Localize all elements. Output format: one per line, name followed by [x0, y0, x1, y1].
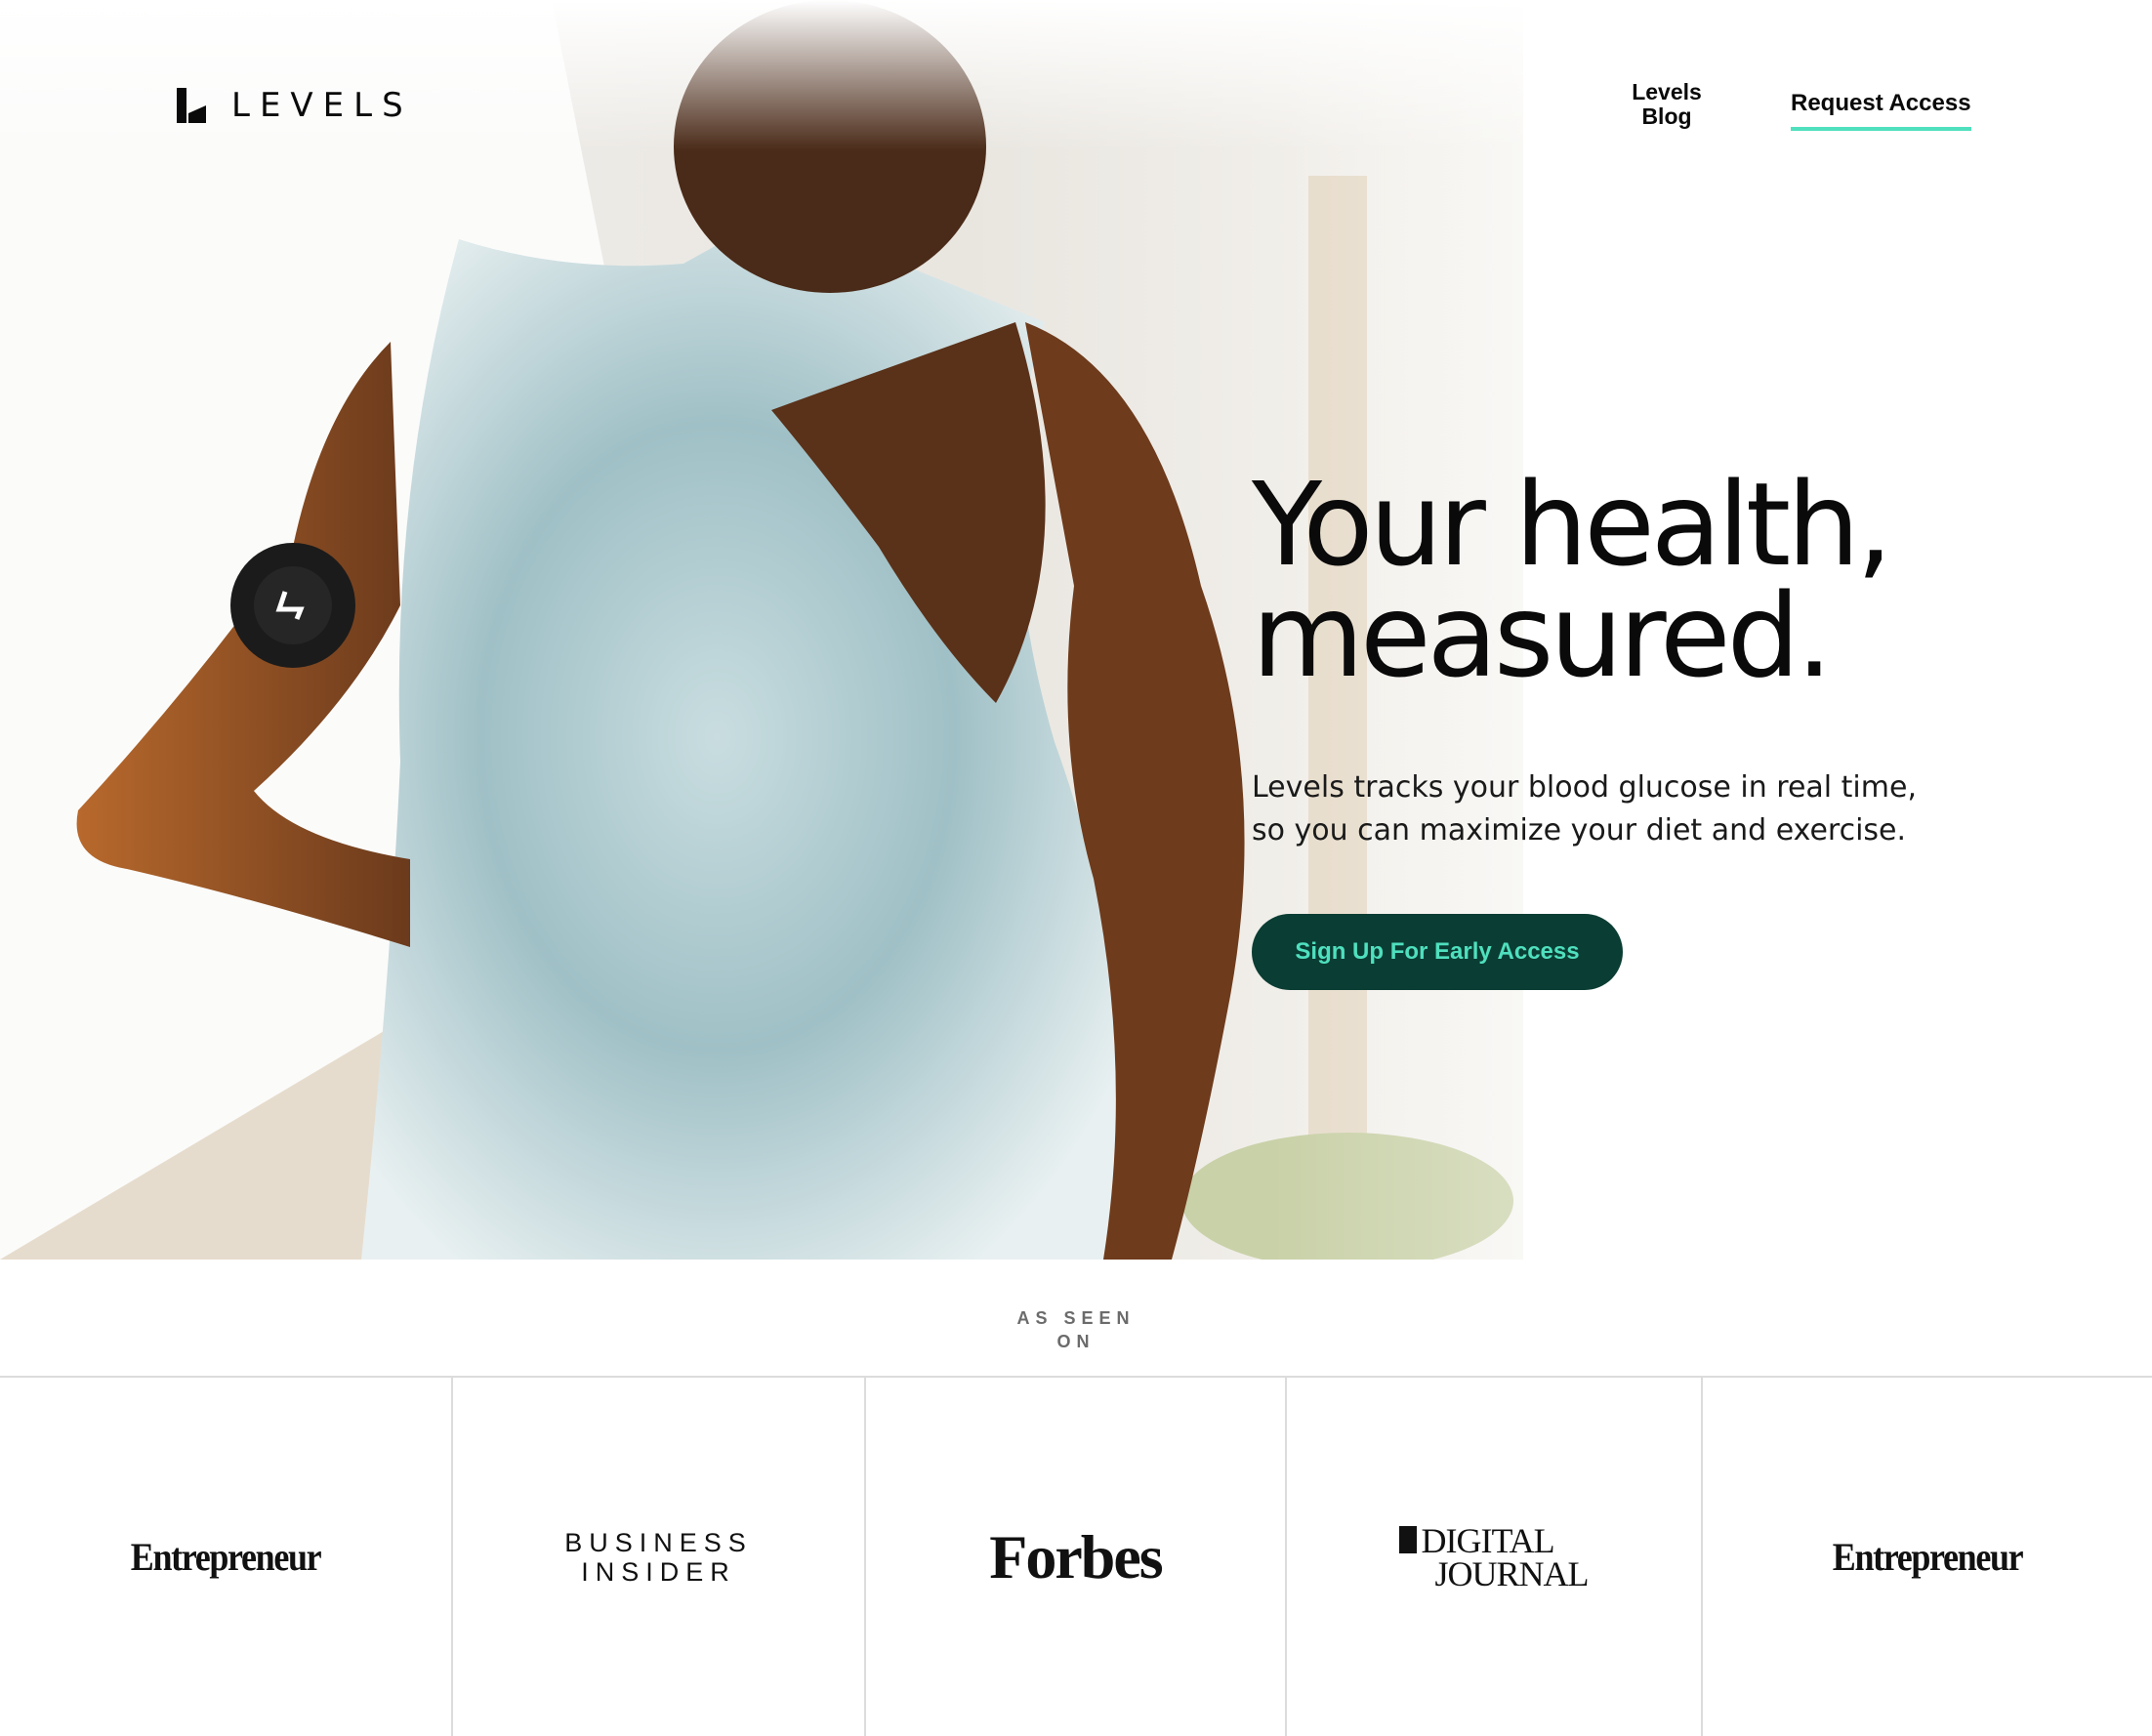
hero-headline: Your health, measured. — [1252, 457, 2052, 703]
press-cell-forbes: Forbes — [866, 1378, 1287, 1736]
press-cell-entrepreneur-2: Entrepreneur — [1703, 1378, 2152, 1736]
hero-section: LEVELS Levels Blog Request Access Your h… — [0, 0, 2152, 1260]
bi-line1: BUSINESS — [564, 1527, 753, 1557]
entrepreneur-logo: Entrepreneur — [130, 1535, 322, 1579]
press-label-line2: ON — [1056, 1332, 1096, 1351]
levels-mark-icon — [177, 88, 206, 123]
nav-levels-blog-link[interactable]: Levels Blog — [1611, 80, 1722, 129]
hero-subcopy: Levels tracks your blood glucose in real… — [1252, 766, 1955, 852]
press-cell-entrepreneur-1: Entrepreneur — [0, 1378, 453, 1736]
press-logos-row: Entrepreneur BUSINESS INSIDER Forbes DIG… — [0, 1376, 2152, 1736]
business-insider-logo: BUSINESS INSIDER — [564, 1528, 753, 1587]
press-cell-business-insider: BUSINESS INSIDER — [453, 1378, 866, 1736]
nav-blog-line2: Blog — [1641, 103, 1692, 129]
press-cell-digital-journal: DIGITAL JOURNAL — [1287, 1378, 1703, 1736]
dj-line2: JOURNAL — [1434, 1553, 1589, 1593]
brand-name: LEVELS — [231, 86, 413, 125]
headline-line1: Your health, — [1252, 457, 1892, 592]
dj-line1: DIGITAL — [1421, 1520, 1554, 1560]
digital-journal-square-icon — [1399, 1525, 1418, 1553]
press-label-line1: AS SEEN — [1016, 1308, 1136, 1328]
levels-logo[interactable]: LEVELS — [177, 86, 413, 125]
subcopy-line2: so you can maximize your diet and exerci… — [1252, 813, 1907, 847]
entrepreneur-logo: Entrepreneur — [1832, 1535, 2024, 1579]
sign-up-early-access-button[interactable]: Sign Up For Early Access — [1252, 914, 1623, 990]
bi-line2: INSIDER — [581, 1556, 736, 1587]
nav-request-access-link[interactable]: Request Access — [1791, 90, 1971, 131]
forbes-logo: Forbes — [989, 1521, 1163, 1591]
nav-blog-line1: Levels — [1632, 79, 1702, 104]
digital-journal-logo: DIGITAL JOURNAL — [1399, 1520, 1590, 1593]
subcopy-line1: Levels tracks your blood glucose in real… — [1252, 770, 1917, 805]
as-seen-on-label: AS SEEN ON — [0, 1306, 2152, 1353]
headline-line2: measured. — [1252, 568, 1833, 703]
